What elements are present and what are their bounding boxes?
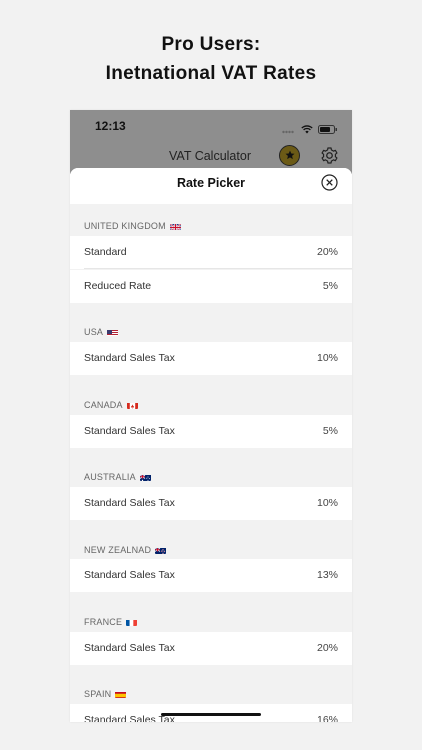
uk-flag-icon: [169, 222, 181, 230]
rate-value: 10%: [316, 497, 338, 509]
us-flag-icon: [107, 329, 119, 336]
promo-headline-line1: Pro Users:: [161, 34, 261, 55]
sheet-header: Rate Picker: [70, 168, 352, 204]
section-header-france: FRANCE: [84, 617, 138, 627]
rate-label: Standard Sales Tax: [84, 642, 175, 654]
france-flag-icon: [126, 619, 138, 626]
australia-flag-icon: [139, 474, 151, 481]
rate-value: 5%: [322, 280, 338, 292]
rate-label: Standard: [84, 246, 127, 258]
sheet-title: Rate Picker: [176, 176, 246, 190]
status-time: 12:13: [95, 119, 126, 133]
signal-dots-icon: [282, 121, 296, 139]
rate-value: 5%: [322, 425, 338, 437]
rate-row-australia-standard[interactable]: Standard Sales Tax 10%: [70, 487, 352, 520]
rate-label: Standard Sales Tax: [84, 425, 175, 437]
close-icon: [321, 174, 338, 195]
wifi-icon: [301, 121, 313, 139]
battery-icon: [318, 121, 338, 139]
section-header-uk: UNITED KINGDOM: [84, 221, 181, 231]
new-zealand-flag-icon: [155, 547, 167, 554]
row-divider: [84, 268, 352, 269]
settings-button[interactable]: [320, 146, 339, 165]
status-icons: [282, 121, 338, 139]
phone-screen: 12:13 VAT Calculator Rate Picker UNITED …: [70, 110, 352, 722]
rate-value: 20%: [316, 642, 338, 654]
spain-flag-icon: [115, 691, 127, 698]
section-header-new-zealand: NEW ZEALNAD: [84, 545, 167, 555]
rate-value: 16%: [316, 714, 338, 722]
rate-row-uk-standard[interactable]: Standard 20%: [70, 236, 352, 269]
promo-headline: Pro Users: Inetnational VAT Rates: [0, 30, 422, 88]
promo-headline-line2: Inetnational VAT Rates: [105, 63, 317, 84]
rate-picker-sheet: Rate Picker UNITED KINGDOM Standard 20% …: [70, 168, 352, 722]
gear-icon: [320, 147, 339, 169]
rate-value: 13%: [316, 569, 338, 581]
close-button[interactable]: [321, 174, 338, 191]
rate-row-france-standard[interactable]: Standard Sales Tax 20%: [70, 632, 352, 665]
section-header-usa: USA: [84, 327, 119, 337]
section-country: CANADA: [84, 400, 123, 410]
rate-value: 20%: [316, 246, 338, 258]
section-country: FRANCE: [84, 617, 123, 627]
rate-row-new-zealand-standard[interactable]: Standard Sales Tax 13%: [70, 559, 352, 592]
section-country: NEW ZEALNAD: [84, 545, 152, 555]
canada-flag-icon: [126, 402, 138, 409]
section-country: SPAIN: [84, 689, 112, 699]
section-country: USA: [84, 327, 104, 337]
rate-label: Reduced Rate: [84, 280, 152, 292]
rate-row-usa-standard[interactable]: Standard Sales Tax 10%: [70, 342, 352, 375]
section-header-australia: AUSTRALIA: [84, 472, 151, 482]
rate-label: Standard Sales Tax: [84, 569, 175, 581]
rate-label: Standard Sales Tax: [84, 497, 175, 509]
section-header-canada: CANADA: [84, 400, 138, 410]
pro-star-button[interactable]: [279, 145, 300, 166]
rate-row-canada-standard[interactable]: Standard Sales Tax 5%: [70, 415, 352, 448]
nav-title: VAT Calculator: [169, 149, 251, 163]
home-indicator[interactable]: [161, 713, 261, 716]
status-bar: 12:13: [70, 110, 352, 140]
section-country: AUSTRALIA: [84, 472, 136, 482]
rate-value: 10%: [316, 352, 338, 364]
rate-row-uk-reduced[interactable]: Reduced Rate 5%: [70, 270, 352, 303]
star-icon: [285, 147, 295, 165]
section-header-spain: SPAIN: [84, 689, 127, 699]
section-country: UNITED KINGDOM: [84, 221, 166, 231]
rate-label: Standard Sales Tax: [84, 352, 175, 364]
